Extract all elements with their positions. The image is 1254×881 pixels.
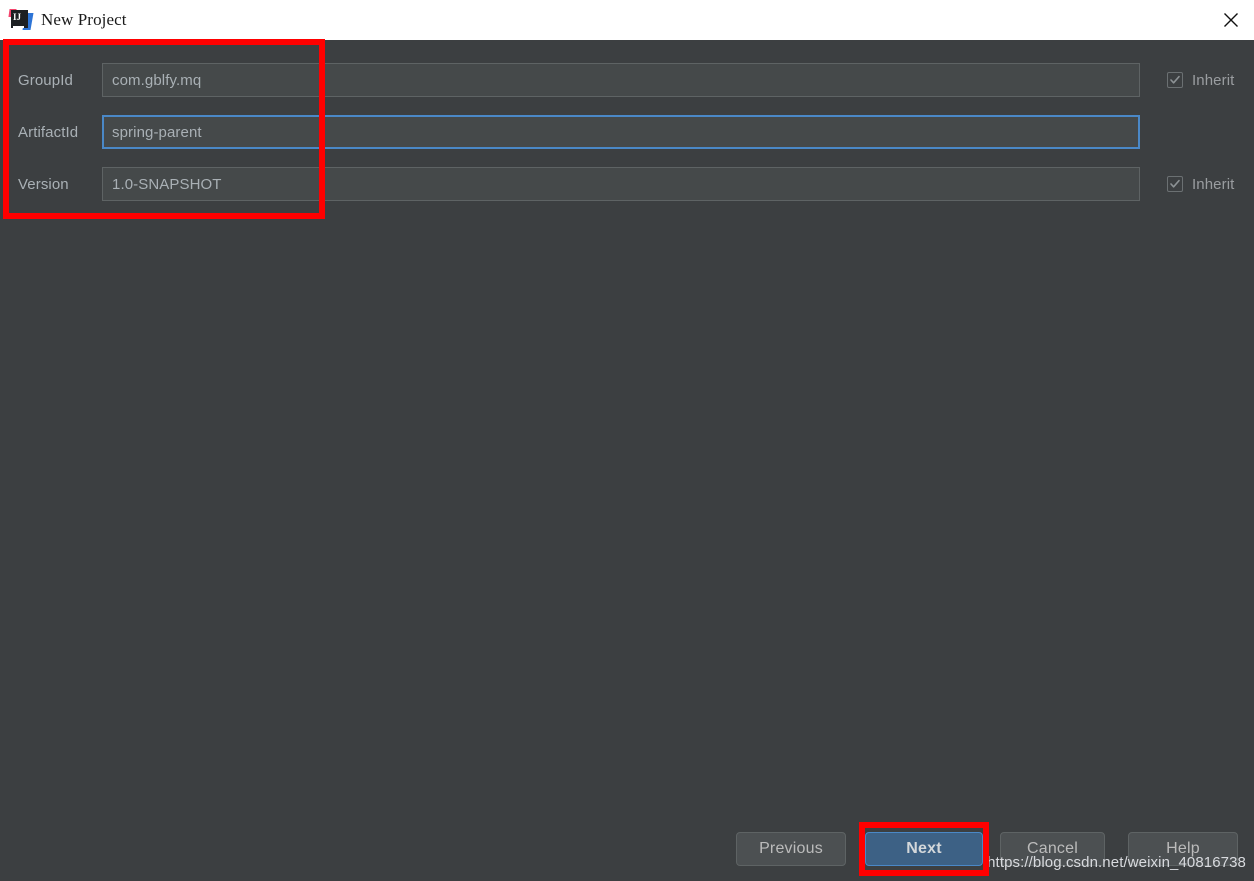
version-inherit-label: Inherit [1192, 175, 1235, 193]
groupid-input[interactable] [102, 63, 1140, 97]
checkmark-icon [1170, 75, 1180, 84]
checkmark-icon [1170, 179, 1180, 188]
groupid-inherit-label: Inherit [1192, 71, 1235, 89]
intellij-idea-logo-icon: IJ [8, 9, 34, 31]
new-project-dialog: GroupId Inherit ArtifactId Inherit V [0, 40, 1254, 881]
artifactid-input[interactable] [102, 115, 1140, 149]
form-row-version: Version Inherit [0, 162, 1254, 206]
window-titlebar: IJ New Project [0, 0, 1254, 40]
window-title: New Project [41, 10, 127, 29]
next-button[interactable]: Next [865, 832, 983, 866]
maven-coordinates-form: GroupId Inherit ArtifactId Inherit V [0, 58, 1254, 214]
form-row-groupid: GroupId Inherit [0, 58, 1254, 102]
close-button[interactable] [1208, 0, 1254, 40]
groupid-inherit-checkbox-group[interactable]: Inherit [1167, 72, 1234, 89]
dialog-footer: Previous Next Cancel Help https://blog.c… [0, 832, 1254, 872]
groupid-label: GroupId [18, 71, 73, 89]
artifactid-label: ArtifactId [18, 123, 79, 141]
groupid-inherit-checkbox[interactable] [1167, 72, 1183, 88]
version-inherit-checkbox[interactable] [1167, 176, 1183, 192]
watermark-url: https://blog.csdn.net/weixin_40816738 [987, 854, 1246, 871]
version-inherit-checkbox-group[interactable]: Inherit [1167, 176, 1234, 193]
close-icon [1224, 13, 1238, 27]
version-input[interactable] [102, 167, 1140, 201]
previous-button[interactable]: Previous [736, 832, 846, 866]
form-row-artifactid: ArtifactId Inherit [0, 110, 1254, 154]
version-label: Version [18, 175, 69, 193]
